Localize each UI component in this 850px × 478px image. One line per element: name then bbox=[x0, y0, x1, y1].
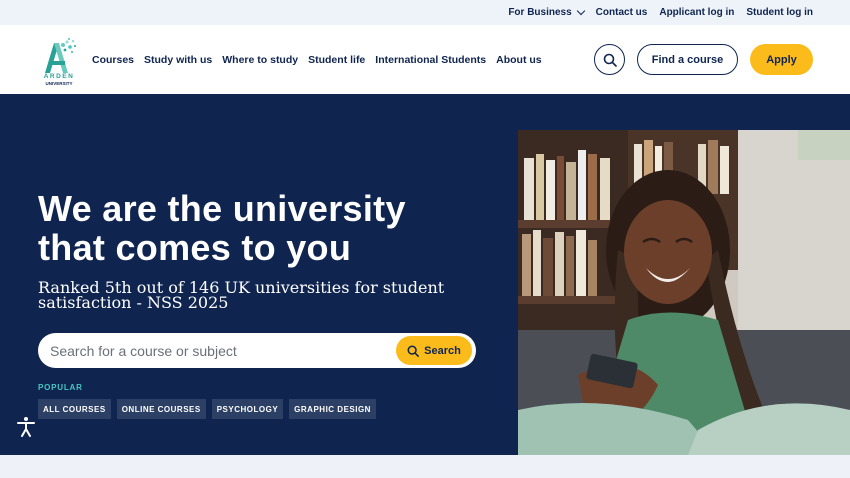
course-search-input[interactable] bbox=[50, 333, 390, 368]
nav-student-life[interactable]: Student life bbox=[308, 54, 365, 66]
nav-international-students[interactable]: International Students bbox=[375, 54, 486, 66]
student-login-link[interactable]: Student log in bbox=[746, 7, 813, 18]
main-navigation: ARDEN UNIVERSITY Courses Study with us W… bbox=[0, 25, 850, 94]
accessibility-icon bbox=[17, 417, 35, 437]
course-search-button[interactable]: Search bbox=[396, 336, 472, 365]
hero-section: We are the university that comes to you … bbox=[0, 94, 850, 455]
arden-logo[interactable]: ARDEN UNIVERSITY bbox=[38, 37, 80, 86]
apply-button[interactable]: Apply bbox=[750, 44, 813, 75]
chevron-down-icon bbox=[576, 6, 585, 16]
accessibility-button[interactable] bbox=[14, 415, 38, 439]
utility-bar: For Business Contact us Applicant log in… bbox=[0, 0, 850, 25]
hero-headline: We are the university that comes to you bbox=[38, 188, 406, 268]
tag-graphic-design[interactable]: GRAPHIC DESIGN bbox=[289, 399, 376, 419]
utility-links: For Business Contact us Applicant log in… bbox=[508, 0, 813, 25]
student-laughing-photo bbox=[518, 130, 850, 455]
popular-label: POPULAR bbox=[38, 383, 83, 392]
logo-text-arden: ARDEN bbox=[43, 73, 75, 80]
search-icon bbox=[407, 345, 420, 357]
popular-tags: ALL COURSES ONLINE COURSES PSYCHOLOGY GR… bbox=[38, 399, 376, 419]
tag-all-courses[interactable]: ALL COURSES bbox=[38, 399, 111, 419]
tag-online-courses[interactable]: ONLINE COURSES bbox=[116, 399, 206, 419]
primary-menu: Courses Study with us Where to study Stu… bbox=[92, 25, 542, 94]
nav-study-with-us[interactable]: Study with us bbox=[144, 54, 212, 66]
nav-courses[interactable]: Courses bbox=[92, 54, 134, 66]
site-search-button[interactable] bbox=[594, 44, 625, 75]
hero-subheadline: Ranked 5th out of 146 UK universities fo… bbox=[38, 278, 445, 312]
contact-us-link[interactable]: Contact us bbox=[596, 7, 648, 18]
nav-about-us[interactable]: About us bbox=[496, 54, 542, 66]
course-search-bar: Search bbox=[38, 333, 476, 368]
search-icon bbox=[603, 53, 617, 67]
for-business-label: For Business bbox=[508, 7, 572, 18]
find-a-course-button[interactable]: Find a course bbox=[637, 44, 738, 75]
search-button-label: Search bbox=[424, 344, 461, 357]
logo-text-university: UNIVERSITY bbox=[45, 81, 73, 86]
applicant-login-link[interactable]: Applicant log in bbox=[659, 7, 734, 18]
for-business-link[interactable]: For Business bbox=[508, 6, 585, 18]
hero-photo bbox=[518, 130, 850, 455]
nav-where-to-study[interactable]: Where to study bbox=[222, 54, 298, 66]
logo-mark-icon bbox=[45, 38, 76, 73]
tag-psychology[interactable]: PSYCHOLOGY bbox=[211, 399, 284, 419]
